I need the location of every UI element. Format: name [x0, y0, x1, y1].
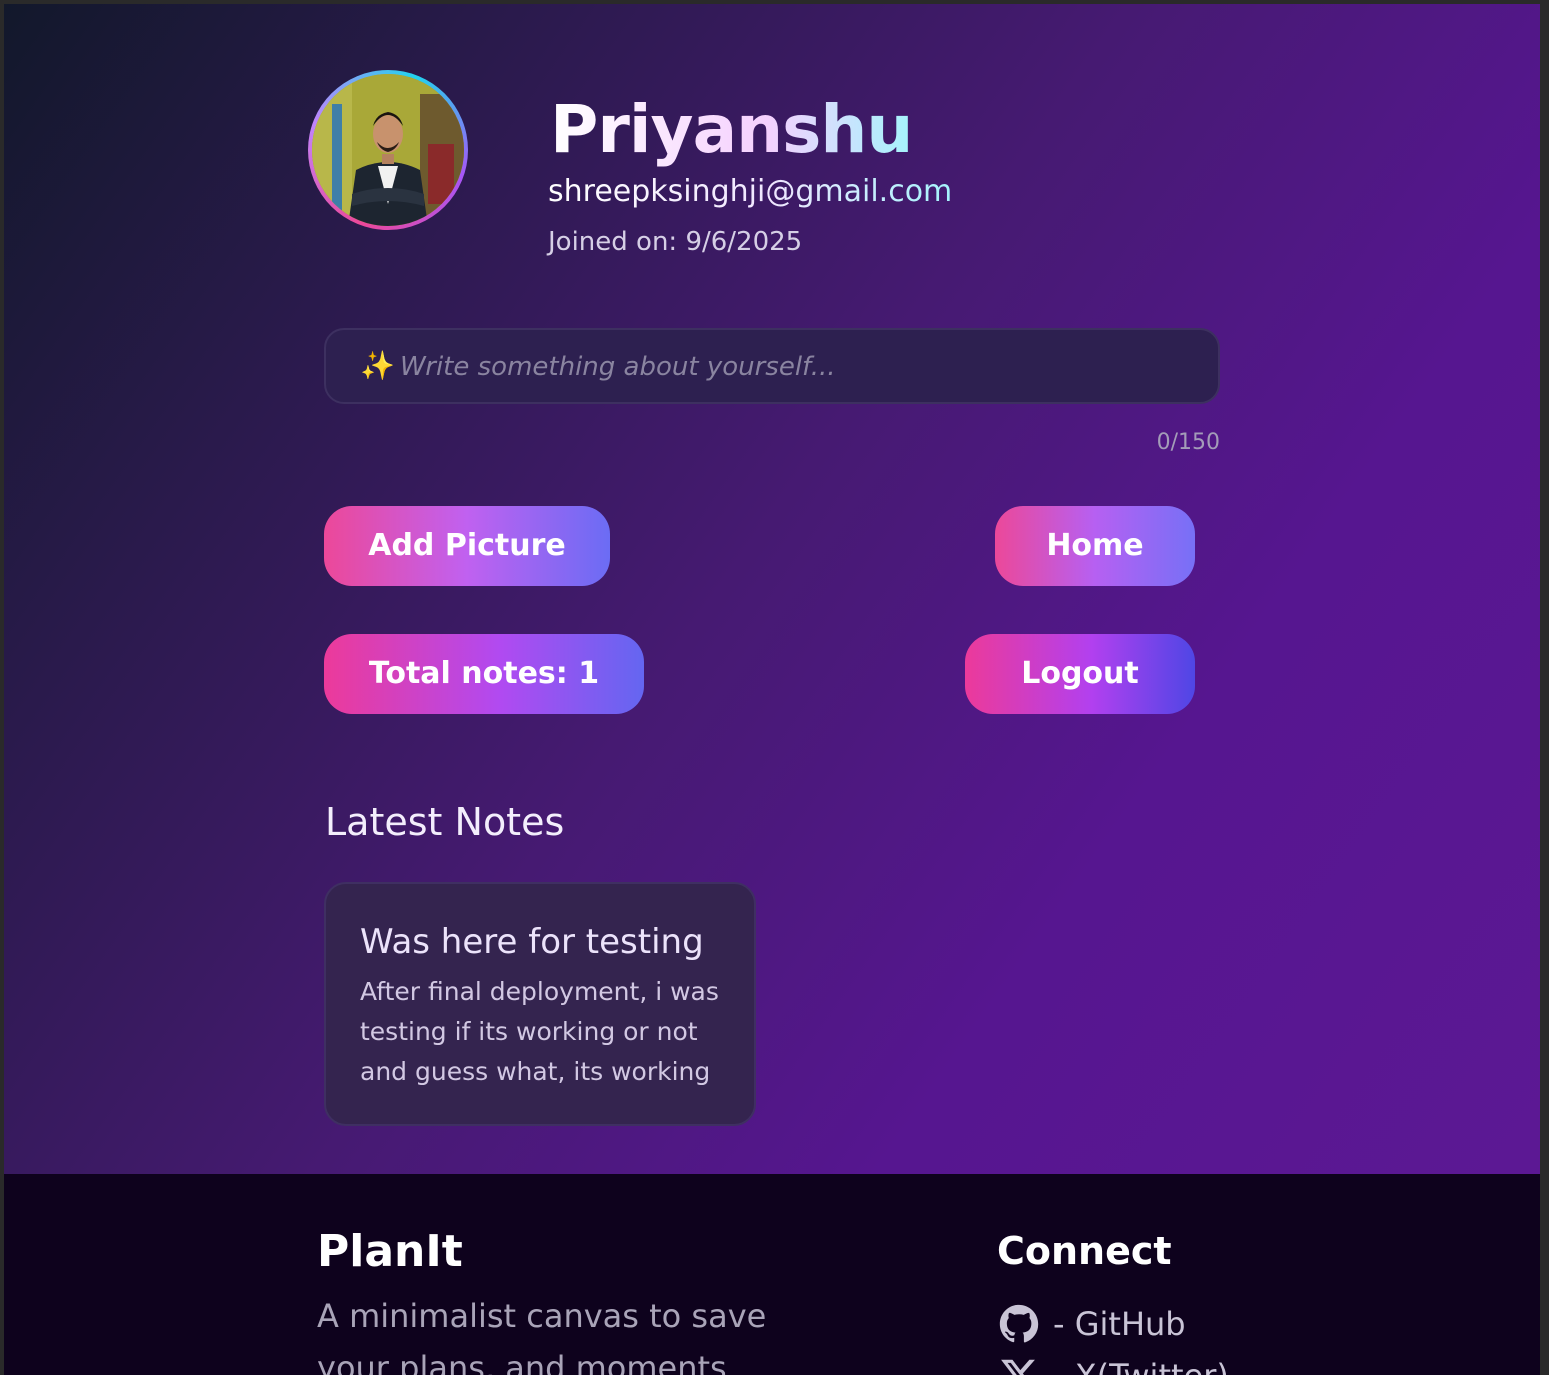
- avatar-ring: [308, 70, 468, 230]
- bio-input[interactable]: [398, 344, 1202, 390]
- latest-notes-heading: Latest Notes: [325, 800, 565, 844]
- avatar[interactable]: [312, 74, 464, 226]
- add-picture-button[interactable]: Add Picture: [324, 506, 610, 586]
- note-body: After final deployment, i was testing if…: [360, 977, 719, 1086]
- profile-photo-icon: [312, 74, 464, 226]
- logout-button[interactable]: Logout: [965, 634, 1195, 714]
- footer: PlanIt A minimalist canvas to save your …: [4, 1174, 1540, 1375]
- bio-field[interactable]: ✨: [324, 328, 1220, 404]
- bio-char-count: 0/150: [1156, 430, 1220, 455]
- note-card[interactable]: Was here for testing After final deploym…: [324, 882, 756, 1126]
- twitter-link-label: - X(Twitter): [1053, 1352, 1229, 1375]
- github-icon: [999, 1304, 1039, 1344]
- profile-page: Priyanshu shreepksinghji@gmail.com Joine…: [4, 4, 1540, 1174]
- total-notes-button[interactable]: Total notes: 1: [324, 634, 644, 714]
- home-button[interactable]: Home: [995, 506, 1195, 586]
- github-link-label: - GitHub: [1053, 1305, 1186, 1343]
- sparkles-icon: ✨: [360, 350, 395, 381]
- footer-tagline: A minimalist canvas to save your plans, …: [317, 1297, 767, 1375]
- github-link[interactable]: - GitHub: [999, 1300, 1186, 1348]
- joined-date: 9/6/2025: [685, 227, 803, 257]
- profile-email: shreepksinghji@gmail.com: [548, 172, 952, 212]
- footer-connect-heading: Connect: [997, 1229, 1172, 1273]
- twitter-link[interactable]: - X(Twitter): [999, 1352, 1229, 1375]
- x-icon: [999, 1356, 1039, 1375]
- profile-name: Priyanshu: [550, 88, 913, 172]
- app-frame: Priyanshu shreepksinghji@gmail.com Joine…: [4, 4, 1540, 1375]
- joined-date-row: Joined on: 9/6/2025: [548, 224, 802, 260]
- footer-brand: PlanIt: [317, 1226, 463, 1277]
- note-title: Was here for testing: [360, 922, 704, 962]
- joined-label: Joined on:: [548, 227, 678, 257]
